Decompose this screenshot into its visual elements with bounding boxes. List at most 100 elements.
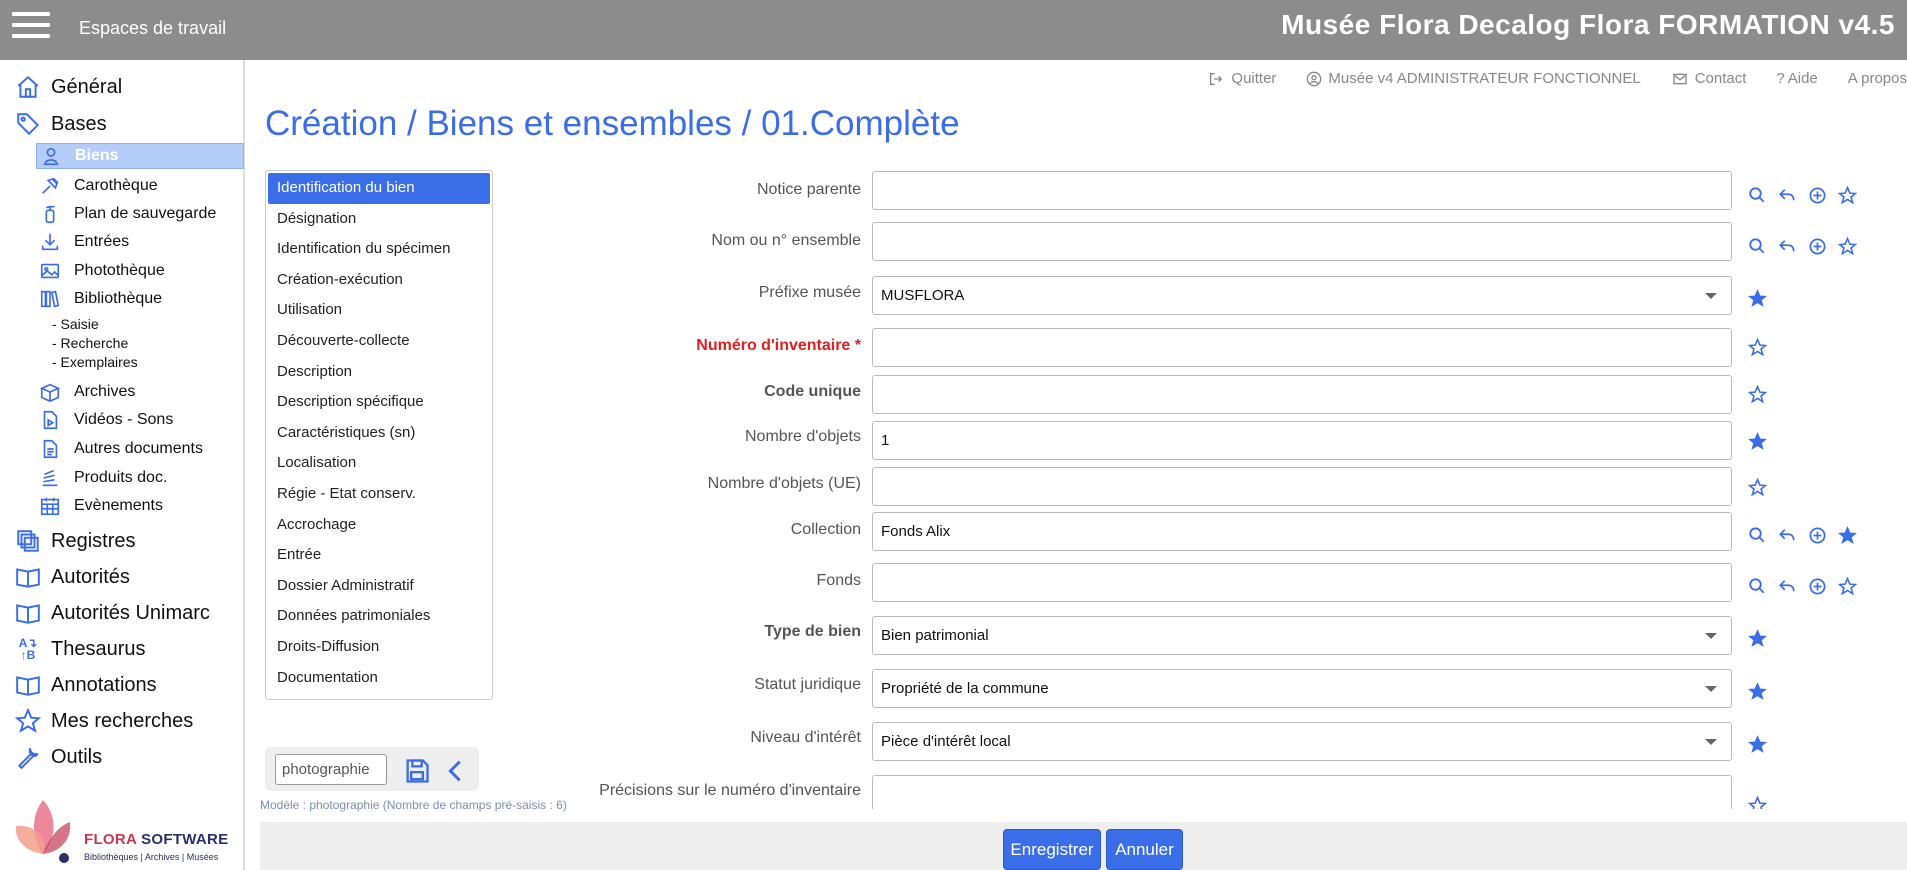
section-item[interactable]: Identification du bien xyxy=(268,173,490,204)
sidebar-item-phototheque[interactable]: Photothèque xyxy=(36,258,165,284)
sidebar-item-outils[interactable]: Outils xyxy=(14,742,102,772)
chevron-left-icon[interactable] xyxy=(445,757,465,785)
notice-parente-input[interactable] xyxy=(872,171,1732,210)
sidebar-item-registres[interactable]: Registres xyxy=(14,526,135,556)
star-filled-icon[interactable] xyxy=(1742,287,1772,309)
section-item[interactable]: Droits-Diffusion xyxy=(268,632,490,663)
sidebar-item-videos[interactable]: Vidéos - Sons xyxy=(36,407,173,433)
sidebar-item-label: Autres documents xyxy=(74,440,203,457)
sidebar-item-evenements[interactable]: Evènements xyxy=(36,493,163,519)
niveau-interet-select[interactable]: Pièce d'intérêt local xyxy=(872,722,1732,761)
save-icon[interactable] xyxy=(403,757,431,785)
contact-link[interactable]: Contact xyxy=(1671,70,1746,87)
star-outline-icon[interactable] xyxy=(1832,235,1862,257)
download-icon xyxy=(36,229,64,255)
sidebar-item-general[interactable]: Général xyxy=(14,72,122,102)
section-item[interactable]: Description xyxy=(268,357,490,388)
sidebar-item-archives[interactable]: Archives xyxy=(36,379,135,405)
add-circle-icon[interactable] xyxy=(1802,235,1832,257)
section-item[interactable]: Identification du spécimen xyxy=(268,234,490,265)
ensemble-input[interactable] xyxy=(872,222,1732,261)
section-item[interactable]: Description spécifique xyxy=(268,387,490,418)
star-filled-icon[interactable] xyxy=(1742,627,1772,649)
field-actions xyxy=(1742,524,1862,546)
sidebar-item-recherche[interactable]: - Recherche xyxy=(52,335,128,351)
star-outline-icon[interactable] xyxy=(1832,575,1862,597)
sidebar-item-entrees[interactable]: Entrées xyxy=(36,229,129,255)
search-icon[interactable] xyxy=(1742,235,1772,257)
sidebar-item-annotations[interactable]: Annotations xyxy=(14,670,157,700)
save-button[interactable]: Enregistrer xyxy=(1003,829,1101,870)
model-input[interactable]: photographie xyxy=(275,754,387,785)
section-item[interactable]: Dossier Administratif xyxy=(268,571,490,602)
field-actions xyxy=(1742,575,1862,597)
search-icon[interactable] xyxy=(1742,184,1772,206)
star-outline-icon[interactable] xyxy=(1742,383,1772,405)
star-outline-icon[interactable] xyxy=(1832,184,1862,206)
field-label: Préfixe musée xyxy=(758,284,861,301)
section-item[interactable]: Désignation xyxy=(268,204,490,235)
sidebar-item-exemplaires[interactable]: - Exemplaires xyxy=(52,354,138,370)
numero-inventaire-input[interactable] xyxy=(872,328,1732,367)
sidebar-item-bases[interactable]: Bases xyxy=(14,109,107,139)
help-link[interactable]: ? Aide xyxy=(1776,70,1817,87)
sidebar-item-autorites[interactable]: Autorités xyxy=(14,562,130,592)
collection-input[interactable]: Fonds Alix xyxy=(872,512,1732,551)
sidebar-item-saisie[interactable]: - Saisie xyxy=(52,316,99,332)
section-item[interactable]: Caractéristiques (sn) xyxy=(268,418,490,449)
section-item[interactable]: Régie - Etat conserv. xyxy=(268,479,490,510)
reply-icon[interactable] xyxy=(1772,524,1802,546)
star-filled-icon[interactable] xyxy=(1742,430,1772,452)
sidebar-item-plan[interactable]: Plan de sauvegarde xyxy=(36,201,216,227)
statut-juridique-select[interactable]: Propriété de la commune xyxy=(872,669,1732,708)
section-item[interactable]: Découverte-collecte xyxy=(268,326,490,357)
fonds-input[interactable] xyxy=(872,563,1732,602)
quit-link[interactable]: Quitter xyxy=(1207,70,1276,87)
section-item[interactable]: Localisation xyxy=(268,448,490,479)
section-item[interactable]: Utilisation xyxy=(268,295,490,326)
add-circle-icon[interactable] xyxy=(1802,184,1832,206)
sidebar-item-thesaurus[interactable]: A↴ ↑B Thesaurus xyxy=(14,634,146,664)
menu-icon[interactable] xyxy=(12,12,50,42)
star-outline-icon[interactable] xyxy=(1742,336,1772,358)
reply-icon[interactable] xyxy=(1772,575,1802,597)
star-outline-icon[interactable] xyxy=(1742,476,1772,498)
nombre-objets-input[interactable]: 1 xyxy=(872,421,1732,460)
sidebar-item-produits[interactable]: Produits doc. xyxy=(36,465,167,491)
sidebar-item-carotheque[interactable]: Carothèque xyxy=(36,173,158,199)
reply-icon[interactable] xyxy=(1772,235,1802,257)
user-link[interactable]: Musée v4 ADMINISTRATEUR FONCTIONNEL xyxy=(1306,70,1641,87)
reply-icon[interactable] xyxy=(1772,184,1802,206)
flora-logo xyxy=(15,800,71,863)
search-icon[interactable] xyxy=(1742,524,1772,546)
sidebar-item-mes-recherches[interactable]: Mes recherches xyxy=(14,706,193,736)
sidebar-item-autres[interactable]: Autres documents xyxy=(36,436,203,462)
type-bien-select[interactable]: Bien patrimonial xyxy=(872,616,1732,655)
section-item[interactable]: Données patrimoniales xyxy=(268,601,490,632)
mail-icon xyxy=(1673,73,1687,84)
precisions-inventaire-input[interactable] xyxy=(872,775,1732,809)
cancel-button[interactable]: Annuler xyxy=(1106,829,1183,870)
prefixe-musee-select[interactable]: MUSFLORA xyxy=(872,276,1732,315)
section-item[interactable]: Création-exécution xyxy=(268,265,490,296)
workspaces-link[interactable]: Espaces de travail xyxy=(79,18,226,39)
search-icon[interactable] xyxy=(1742,575,1772,597)
star-filled-icon[interactable] xyxy=(1742,680,1772,702)
add-circle-icon[interactable] xyxy=(1802,524,1832,546)
sidebar-item-autorites-unimarc[interactable]: Autorités Unimarc xyxy=(14,598,210,628)
section-item[interactable]: Accrochage xyxy=(268,510,490,541)
sidebar-item-bibliotheque[interactable]: Bibliothèque xyxy=(36,286,162,312)
code-unique-input[interactable] xyxy=(872,375,1732,414)
open-book-icon xyxy=(14,599,42,627)
star-filled-icon[interactable] xyxy=(1832,524,1862,546)
sidebar-item-biens[interactable]: Biens xyxy=(36,143,244,169)
section-item[interactable]: Documentation xyxy=(268,663,490,694)
section-item[interactable]: Entrée xyxy=(268,540,490,571)
section-list: Identification du bien Désignation Ident… xyxy=(265,170,493,700)
star-filled-icon[interactable] xyxy=(1742,733,1772,755)
add-circle-icon[interactable] xyxy=(1802,575,1832,597)
nombre-objets-ue-input[interactable] xyxy=(872,467,1732,506)
caret-down-icon xyxy=(1705,686,1717,692)
star-outline-icon[interactable] xyxy=(1742,796,1772,809)
about-link[interactable]: A propos xyxy=(1848,70,1907,87)
